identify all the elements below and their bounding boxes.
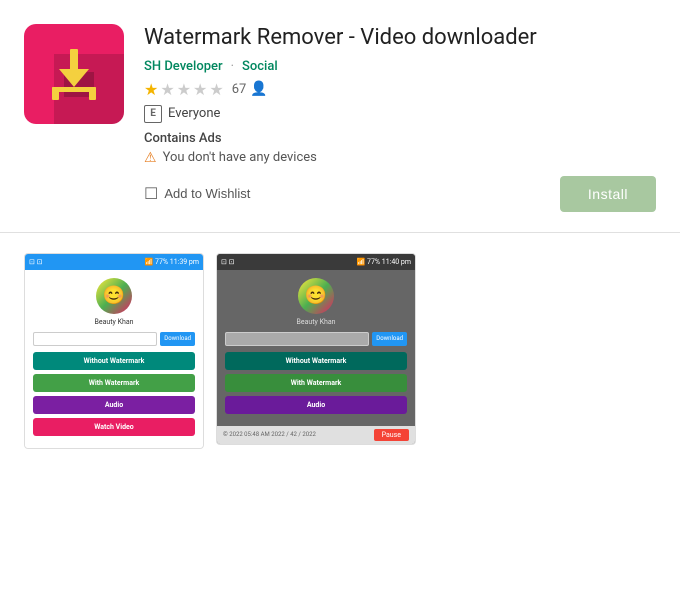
status-icons-1: ⊡ ⊡ bbox=[29, 258, 42, 266]
mock-phone-1: ⊡ ⊡ 📶 77% 11:39 pm 😊 Beauty Khan Downloa… bbox=[25, 254, 203, 448]
status-bar-1: ⊡ ⊡ 📶 77% 11:39 pm bbox=[25, 254, 203, 270]
pause-button[interactable]: Pause bbox=[374, 429, 409, 441]
profile-avatar-2: 😊 bbox=[298, 278, 334, 314]
star-1: ★ bbox=[144, 80, 158, 99]
status-icons-2: ⊡ ⊡ bbox=[221, 258, 234, 266]
mock-phone-2: ⊡ ⊡ 📶 77% 11:40 pm 😊 Beauty Khan Downloa… bbox=[217, 254, 415, 444]
content-rating-row: E Everyone bbox=[144, 105, 656, 123]
rating-row: ★ ★ ★ ★ ★ 67 👤 bbox=[144, 80, 656, 99]
warning-text: You don't have any devices bbox=[163, 150, 317, 165]
screenshot-2: ⊡ ⊡ 📶 77% 11:40 pm 😊 Beauty Khan Downloa… bbox=[216, 253, 416, 445]
divider bbox=[0, 232, 680, 233]
app-header: Watermark Remover - Video downloader SH … bbox=[0, 0, 680, 228]
screenshots-container: ⊡ ⊡ 📶 77% 11:39 pm 😊 Beauty Khan Downloa… bbox=[24, 253, 656, 449]
app-info: Watermark Remover - Video downloader SH … bbox=[144, 24, 656, 212]
stars-container: ★ ★ ★ ★ ★ 67 👤 bbox=[144, 80, 268, 99]
profile-avatar-1: 😊 bbox=[96, 278, 132, 314]
app-meta-row: SH Developer · Social bbox=[144, 59, 656, 74]
footer-text: © 2022 05:48 AM 2022 / 42 / 2022 bbox=[223, 431, 316, 438]
audio-btn-2: Audio bbox=[225, 396, 407, 414]
screenshot-1: ⊡ ⊡ 📶 77% 11:39 pm 😊 Beauty Khan Downloa… bbox=[24, 253, 204, 449]
wishlist-label: Add to Wishlist bbox=[164, 186, 250, 201]
action-row: ☐ Add to Wishlist Install bbox=[144, 176, 656, 212]
download-icon bbox=[44, 47, 104, 102]
warning-icon: ⚠ bbox=[144, 150, 157, 166]
download-btn-1: Download bbox=[160, 332, 195, 346]
profile-area-1: 😊 Beauty Khan bbox=[33, 278, 195, 326]
developer-link[interactable]: SH Developer bbox=[144, 59, 223, 74]
phone-body-1: 😊 Beauty Khan Download Without Watermark… bbox=[25, 270, 203, 448]
without-watermark-btn-2: Without Watermark bbox=[225, 352, 407, 370]
audio-btn-1: Audio bbox=[33, 396, 195, 414]
status-bar-2: ⊡ ⊡ 📶 77% 11:40 pm bbox=[217, 254, 415, 270]
screenshots-section: ⊡ ⊡ 📶 77% 11:39 pm 😊 Beauty Khan Downloa… bbox=[0, 237, 680, 465]
with-watermark-btn-1: With Watermark bbox=[33, 374, 195, 392]
phone-body-2: 😊 Beauty Khan Download Without Watermark… bbox=[217, 270, 415, 426]
url-input-row-2: Download bbox=[225, 332, 407, 346]
url-input-2 bbox=[225, 332, 369, 346]
url-input-1 bbox=[33, 332, 157, 346]
contains-ads: Contains Ads bbox=[144, 131, 656, 146]
app-title: Watermark Remover - Video downloader bbox=[144, 24, 656, 53]
download-btn-2: Download bbox=[372, 332, 407, 346]
category-link[interactable]: Social bbox=[242, 59, 278, 74]
content-rating-label: Everyone bbox=[168, 106, 220, 121]
content-rating-badge: E bbox=[144, 105, 162, 123]
star-3: ★ bbox=[177, 80, 191, 99]
star-4: ★ bbox=[193, 80, 207, 99]
profile-name-2: Beauty Khan bbox=[297, 318, 336, 326]
watch-video-btn-1: Watch Video bbox=[33, 418, 195, 436]
app-icon bbox=[24, 24, 124, 124]
status-time-2: 📶 77% 11:40 pm bbox=[357, 258, 411, 266]
profile-name-1: Beauty Khan bbox=[95, 318, 134, 326]
wishlist-button[interactable]: ☐ Add to Wishlist bbox=[144, 184, 250, 204]
star-5: ★ bbox=[209, 80, 223, 99]
screenshot-footer: © 2022 05:48 AM 2022 / 42 / 2022 Pause bbox=[217, 426, 415, 444]
status-time-1: 📶 77% 11:39 pm bbox=[145, 258, 199, 266]
profile-area-2: 😊 Beauty Khan bbox=[225, 278, 407, 326]
rating-count: 67 bbox=[232, 82, 247, 97]
device-warning: ⚠ You don't have any devices bbox=[144, 150, 656, 166]
wishlist-icon: ☐ bbox=[144, 184, 158, 204]
url-input-row-1: Download bbox=[33, 332, 195, 346]
with-watermark-btn-2: With Watermark bbox=[225, 374, 407, 392]
install-button[interactable]: Install bbox=[560, 176, 656, 212]
without-watermark-btn-1: Without Watermark bbox=[33, 352, 195, 370]
star-2: ★ bbox=[160, 80, 174, 99]
meta-separator: · bbox=[231, 59, 234, 74]
user-rating-icon: 👤 bbox=[250, 81, 267, 97]
